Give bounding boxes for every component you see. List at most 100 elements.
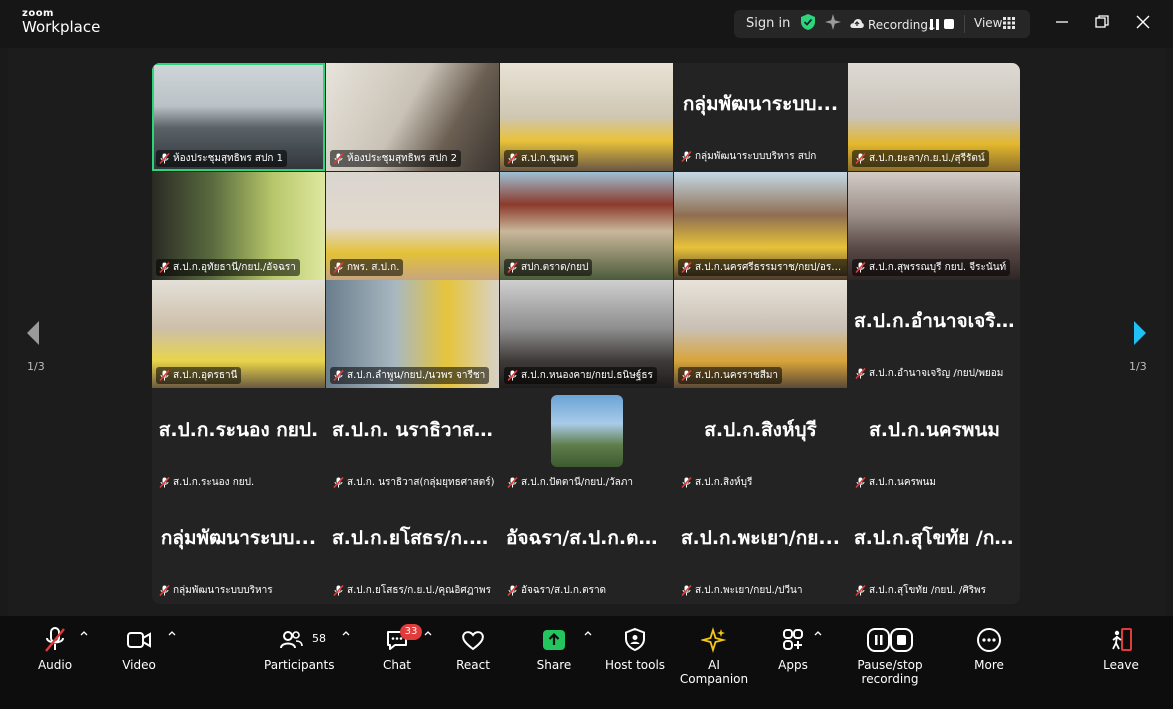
participant-name: ส.ป.ก.นครศรีธรรมราช/กยป/อรนิ... — [695, 261, 846, 273]
muted-mic-icon — [507, 476, 518, 488]
ai-companion-button[interactable]: AI Companion — [676, 626, 752, 686]
close-icon[interactable] — [1135, 14, 1151, 30]
leave-button[interactable]: Leave — [1098, 626, 1144, 672]
participant-tile[interactable]: ส.ป.ก.ปัตตานี/กยป./วัลภา — [500, 388, 673, 497]
share-options-chevron-icon[interactable] — [584, 630, 592, 636]
more-button[interactable]: More — [966, 626, 1012, 672]
participant-display-name: ส.ป.ก.สิงห์บุรี — [704, 418, 817, 441]
participant-name-tag: ส.ป.ก.นครพนม — [852, 474, 940, 491]
participant-tile[interactable]: ส.ป.ก.สิงห์บุรี ส.ป.ก.สิงห์บุรี — [674, 388, 847, 497]
sign-in-link[interactable]: Sign in — [746, 16, 790, 31]
participant-gallery: ห้องประชุมสุทธิพร สปก 1 ห้องประชุมสุทธิพร… — [152, 63, 1020, 604]
participant-name-tag: ส.ป.ก.อำนาจเจริญ /กยป/พยอม — [852, 365, 1007, 382]
meeting-toolbar: Audio Video Participants 58 Chat 33 Reac… — [0, 616, 1173, 709]
participant-name-tag: ส.ป.ก.ปัตตานี/กยป./วัลภา — [504, 474, 637, 491]
participant-tile[interactable]: สปก.ตราด/กยป — [500, 171, 673, 280]
participant-name: ส.ป.ก.สุพรรณบุรี กยป. จีระนันท์ — [869, 261, 1007, 273]
stop-recording-icon[interactable] — [944, 19, 954, 29]
host-tools-button[interactable]: Host tools — [604, 626, 666, 672]
participants-options-chevron-icon[interactable] — [342, 630, 350, 636]
ai-sparkle-icon[interactable] — [824, 13, 842, 31]
participant-name: ส.ป.ก.พะเยา/กยป./ปวีนา — [695, 585, 803, 596]
video-button[interactable]: Video — [114, 626, 164, 672]
participant-name-tag: ส.ป.ก.ยโสธร/ก.ย.ป./คุณอิศฎาพร — [330, 582, 495, 599]
participant-tile[interactable]: ห้องประชุมสุทธิพร สปก 2 — [326, 63, 499, 171]
participant-tile[interactable]: ส.ป.ก. นราธิวาส(... ส.ป.ก. นราธิวาส(กลุ่ม… — [326, 388, 499, 497]
participant-name-tag: ส.ป.ก.สุพรรณบุรี กยป. จีระนันท์ — [852, 258, 1011, 276]
participants-count: 58 — [312, 632, 326, 645]
chat-options-chevron-icon[interactable] — [424, 630, 432, 636]
muted-mic-icon — [507, 370, 518, 381]
participant-tile[interactable]: ส.ป.ก.นครศรีธรรมราช/กยป/อรนิ... — [674, 171, 847, 280]
video-label: Video — [122, 658, 156, 672]
audio-options-chevron-icon[interactable] — [80, 630, 88, 636]
participant-name-tag: ส.ป.ก.นครศรีธรรมราช/กยป/อรนิ... — [678, 258, 847, 276]
participant-display-name: ส.ป.ก. นราธิวาส(... — [332, 418, 499, 441]
participant-tile[interactable]: กพร. ส.ป.ก. — [326, 171, 499, 280]
restore-icon[interactable] — [1094, 14, 1110, 30]
muted-mic-icon — [333, 153, 344, 164]
next-page-arrow-icon[interactable] — [1133, 320, 1147, 346]
participant-tile[interactable]: ส.ป.ก.สุพรรณบุรี กยป. จีระนันท์ — [848, 171, 1020, 280]
share-button[interactable]: Share — [531, 626, 577, 672]
participant-tile[interactable]: กลุ่มพัฒนาระบบ... กลุ่มพัฒนาระบบบริหาร สป… — [674, 63, 847, 171]
participant-name: ส.ป.ก.หนองคาย/กยป.ธนิษฐ์ธร — [521, 370, 653, 381]
share-label: Share — [536, 658, 572, 672]
participant-display-name: อัจฉรา/ส.ป.ก.ตราด — [506, 527, 672, 549]
participant-tile[interactable]: ส.ป.ก.สุโขทัย /ก... ส.ป.ก.สุโขทัย /กยป. /… — [848, 497, 1020, 604]
participant-name: ส.ป.ก.ชุมพร — [521, 153, 575, 164]
apps-options-chevron-icon[interactable] — [814, 630, 822, 636]
pause-recording-icon[interactable] — [930, 19, 939, 30]
logo-brand-bottom: Workplace — [22, 18, 101, 36]
chat-unread-badge: 33 — [400, 624, 422, 640]
participant-display-name: ส.ป.ก.นครพนม — [869, 418, 1000, 441]
participant-tile[interactable]: ส.ป.ก.ระนอง กยป. ส.ป.ก.ระนอง กยป. — [152, 388, 325, 497]
participant-name-tag: กพร. ส.ป.ก. — [330, 258, 404, 276]
participant-avatar — [550, 394, 623, 467]
participant-tile[interactable]: ส.ป.ก.อุทัยธานี/กยป./อัจฉรา — [152, 171, 325, 280]
muted-mic-icon — [507, 261, 518, 273]
participant-name-tag: ส.ป.ก.ระนอง กยป. — [156, 474, 258, 491]
more-label: More — [974, 658, 1004, 672]
participant-tile[interactable]: ส.ป.ก.นครราชสีมา — [674, 280, 847, 388]
muted-mic-icon — [333, 370, 344, 381]
participant-tile[interactable]: ส.ป.ก.ลำพูน/กยป./นวพร จารีชา — [326, 280, 499, 388]
muted-mic-icon — [159, 370, 170, 381]
participant-name: สปก.ตราด/กยป — [521, 261, 589, 273]
participant-tile[interactable]: ส.ป.ก.อำนาจเจริ... ส.ป.ก.อำนาจเจริญ /กยป/… — [848, 280, 1020, 388]
audio-button[interactable]: Audio — [30, 626, 80, 672]
view-button[interactable]: View — [974, 16, 1002, 30]
participant-tile[interactable]: ส.ป.ก.นครพนม ส.ป.ก.นครพนม — [848, 388, 1020, 497]
participant-tile[interactable]: ส.ป.ก.พะเยา/กย... ส.ป.ก.พะเยา/กยป./ปวีนา — [674, 497, 847, 604]
chat-label: Chat — [382, 658, 412, 672]
participant-display-name: ส.ป.ก.ระนอง กยป. — [158, 418, 319, 441]
ai-companion-sparkle-icon — [701, 626, 727, 654]
participant-tile[interactable]: อัจฉรา/ส.ป.ก.ตราด อัจฉรา/ส.ป.ก.ตราด — [500, 497, 673, 604]
pause-stop-recording-button[interactable]: Pause/stop recording — [832, 626, 948, 686]
participant-name-tag: ส.ป.ก.อุดรธานี — [156, 367, 242, 384]
participant-tile[interactable]: กลุ่มพัฒนาระบบ... กลุ่มพัฒนาระบบบริหาร — [152, 497, 325, 604]
muted-mic-icon — [681, 151, 692, 162]
participant-tile[interactable]: ส.ป.ก.หนองคาย/กยป.ธนิษฐ์ธร — [500, 280, 673, 388]
share-screen-icon — [543, 630, 565, 650]
participant-display-name: ส.ป.ก.พะเยา/กย... — [680, 527, 841, 549]
participant-tile[interactable]: ส.ป.ก.ยโสธร/ก.ย... ส.ป.ก.ยโสธร/ก.ย.ป./คุณ… — [326, 497, 499, 604]
participant-tile[interactable]: ส.ป.ก.ยะลา/ก.ย.ป./สุรีรัตน์ — [848, 63, 1020, 171]
participant-name: กพร. ส.ป.ก. — [347, 261, 400, 273]
participant-name-tag: ส.ป.ก.หนองคาย/กยป.ธนิษฐ์ธร — [504, 367, 657, 384]
participant-name: กลุ่มพัฒนาระบบบริหาร — [173, 585, 273, 596]
minimize-icon[interactable] — [1054, 14, 1070, 30]
prev-page-arrow-icon[interactable] — [26, 320, 40, 346]
participant-tile[interactable]: ส.ป.ก.ชุมพร — [500, 63, 673, 171]
shield-check-icon[interactable] — [800, 13, 816, 31]
react-button[interactable]: React — [450, 626, 496, 672]
grid-view-icon[interactable] — [1003, 17, 1015, 29]
participant-tile[interactable]: ห้องประชุมสุทธิพร สปก 1 — [152, 63, 325, 171]
video-options-chevron-icon[interactable] — [168, 630, 176, 636]
participant-name-tag: สปก.ตราด/กยป — [504, 258, 593, 276]
participant-name: ส.ป.ก.นครพนม — [869, 476, 936, 488]
participant-display-name: ส.ป.ก.ยโสธร/ก.ย... — [332, 527, 499, 549]
participant-name-tag: ส.ป.ก.สุโขทัย /กยป. /ศิริพร — [852, 582, 990, 599]
apps-button[interactable]: Apps — [770, 626, 816, 672]
participant-tile[interactable]: ส.ป.ก.อุดรธานี — [152, 280, 325, 388]
